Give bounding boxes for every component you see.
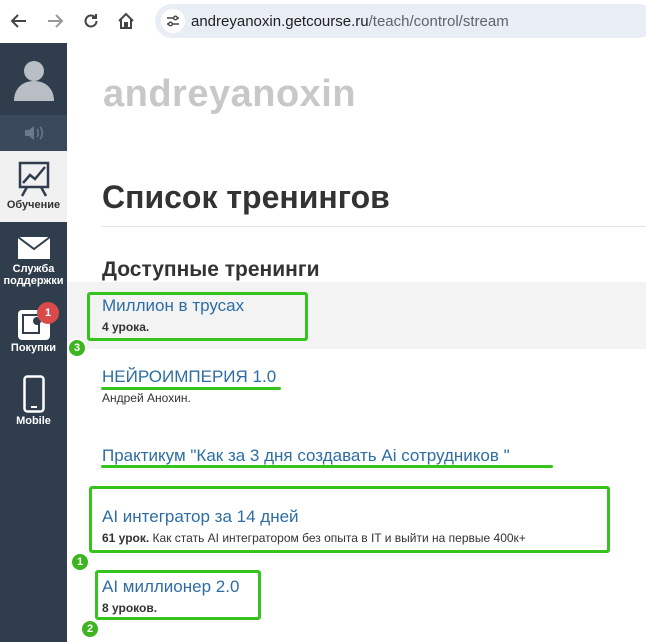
sidebar-item-label: Mobile — [16, 415, 51, 427]
training-link[interactable]: НЕЙРОИМПЕРИЯ 1.0 — [102, 367, 276, 387]
reload-icon — [84, 14, 98, 28]
annotation-box — [95, 570, 261, 620]
back-button[interactable] — [7, 9, 31, 33]
speaker-icon — [24, 126, 43, 140]
url-host: andreyanoxin.getcourse.ru — [191, 13, 369, 30]
home-button[interactable] — [114, 9, 138, 33]
sidebar-item-label: Обучение — [6, 199, 61, 211]
forward-button[interactable] — [43, 9, 67, 33]
sidebar: Обучение Служба поддержки 1 Покупки Mobi… — [0, 43, 67, 642]
annotation-box — [89, 486, 610, 553]
sidebar-item-label-line1: Служба — [12, 263, 55, 275]
sound-toggle[interactable] — [0, 115, 67, 151]
sidebar-item-mobile[interactable]: Mobile — [0, 365, 67, 435]
annotation-underline — [101, 465, 553, 468]
sidebar-item-label-line2: поддержки — [3, 275, 64, 287]
sidebar-item-label: Покупки — [10, 342, 57, 354]
sidebar-item-learning[interactable]: Обучение — [0, 151, 67, 222]
annotation-box — [87, 292, 308, 341]
phone-icon — [0, 365, 67, 415]
user-avatar-icon — [13, 61, 54, 101]
purchases-badge: 1 — [37, 302, 59, 324]
annotation-marker: 1 — [70, 552, 90, 572]
address-bar[interactable]: andreyanoxin.getcourse.ru/teach/control/… — [155, 4, 646, 38]
reload-button[interactable] — [79, 9, 103, 33]
user-avatar[interactable] — [0, 43, 67, 115]
divider — [102, 226, 646, 227]
annotation-underline — [101, 387, 281, 390]
url-text: andreyanoxin.getcourse.ru/teach/control/… — [191, 13, 509, 30]
site-settings-icon[interactable] — [161, 9, 185, 33]
annotation-marker: 3 — [67, 338, 87, 358]
annotation-marker: 2 — [80, 619, 100, 639]
training-description: Андрей Анохин. — [102, 391, 191, 405]
home-icon — [118, 12, 134, 29]
training-link[interactable]: Практикум "Как за 3 дня создавать Ai сот… — [102, 446, 510, 466]
training-item: НЕЙРОИМПЕРИЯ 1.0 Андрей Анохин. — [102, 367, 276, 405]
mail-icon — [0, 223, 67, 263]
browser-toolbar: andreyanoxin.getcourse.ru/teach/control/… — [0, 0, 646, 43]
page-title: Список тренингов — [102, 179, 390, 215]
training-item: Практикум "Как за 3 дня создавать Ai сот… — [102, 446, 510, 466]
back-arrow-icon — [10, 14, 26, 28]
chart-icon — [0, 151, 67, 199]
forward-arrow-icon — [48, 14, 64, 28]
sidebar-item-purchases[interactable]: 1 Покупки — [0, 298, 67, 360]
purchases-icon — [0, 298, 67, 342]
sidebar-item-support[interactable]: Служба поддержки — [0, 223, 67, 295]
section-title: Доступные тренинги — [102, 258, 320, 281]
school-title: andreyanoxin — [103, 73, 357, 115]
url-path: /teach/control/stream — [368, 13, 509, 30]
